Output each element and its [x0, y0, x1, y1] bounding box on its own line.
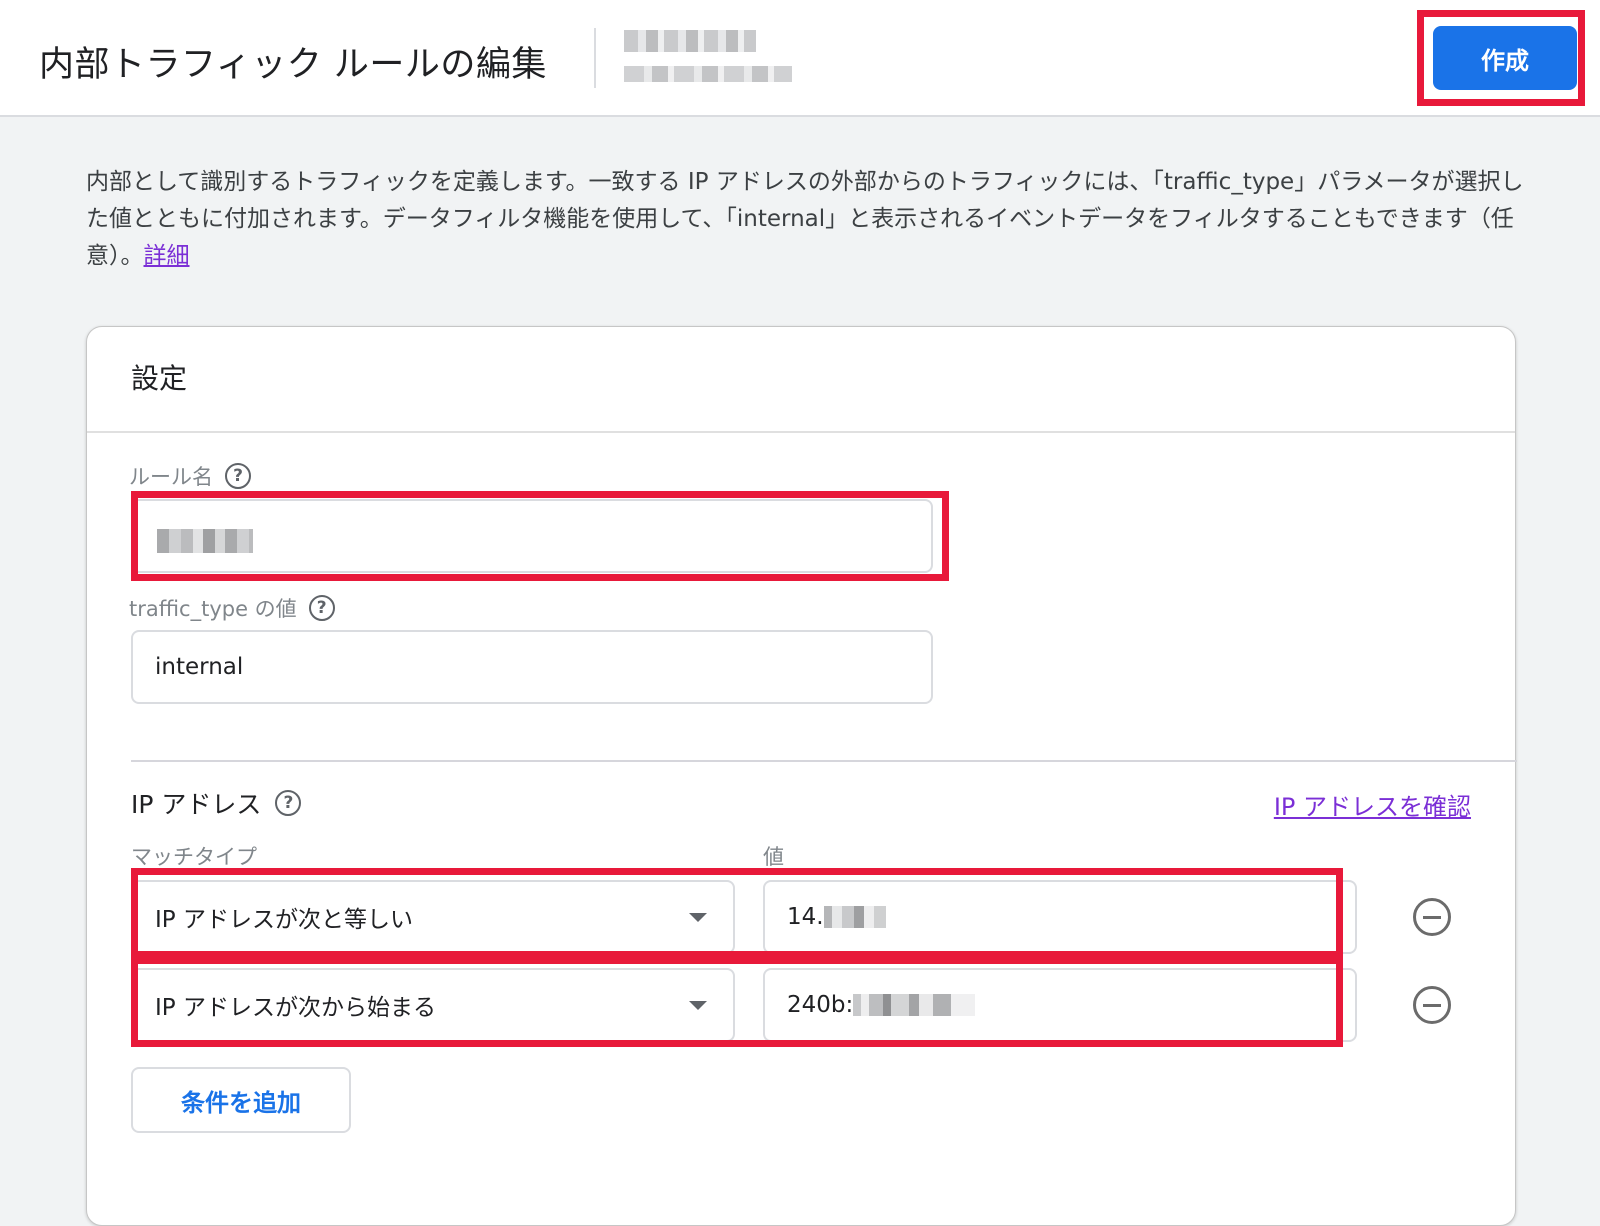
card-title: 設定: [131, 362, 188, 395]
redacted-ip-value: [853, 994, 976, 1016]
match-type-value: IP アドレスが次から始まる: [155, 995, 436, 1021]
rule-name-label: ルール名 ?: [129, 461, 251, 491]
redacted-property-name: [624, 30, 756, 52]
remove-condition-icon[interactable]: [1413, 898, 1451, 936]
learn-more-link[interactable]: 詳細: [144, 243, 190, 269]
value-column-label: 値: [763, 845, 784, 869]
ip-value-prefix: 14.: [787, 904, 824, 930]
match-type-column-label: マッチタイプ: [131, 845, 257, 869]
page-header: 内部トラフィック ルールの編集 作成: [0, 0, 1600, 117]
add-condition-button[interactable]: 条件を追加: [131, 1067, 351, 1133]
ip-value-prefix: 240b:: [787, 992, 854, 1018]
redacted-rule-name: [157, 529, 253, 553]
rule-name-label-text: ルール名: [129, 465, 213, 489]
ip-section-title-text: IP アドレス: [131, 790, 262, 819]
match-type-value: IP アドレスが次と等しい: [155, 907, 413, 933]
match-type-select[interactable]: IP アドレスが次と等しい: [131, 880, 735, 954]
help-icon[interactable]: ?: [308, 595, 335, 621]
ip-value-input[interactable]: 14.: [763, 880, 1357, 954]
section-divider: [131, 760, 1517, 762]
redacted-property-id: [624, 66, 792, 82]
create-button[interactable]: 作成: [1433, 26, 1577, 90]
dropdown-caret-icon: [689, 1001, 707, 1010]
settings-card: 設定 ルール名 ? traffic_type の値 ? internal IP …: [86, 326, 1517, 1226]
description: 内部として識別するトラフィックを定義します。一致する IP アドレスの外部からの…: [86, 164, 1526, 275]
rule-name-input[interactable]: [131, 499, 933, 573]
check-ip-address-link[interactable]: IP アドレスを確認: [1274, 787, 1471, 822]
traffic-type-label-text: traffic_type の値: [129, 597, 297, 621]
help-icon[interactable]: ?: [275, 790, 302, 816]
traffic-type-label: traffic_type の値 ?: [129, 593, 335, 623]
redacted-ip-value: [823, 906, 886, 928]
match-type-select[interactable]: IP アドレスが次から始まる: [131, 968, 735, 1042]
traffic-type-input[interactable]: internal: [131, 630, 933, 704]
header-divider: [594, 28, 596, 88]
ip-value-input[interactable]: 240b:: [763, 968, 1357, 1042]
description-text: 内部として識別するトラフィックを定義します。一致する IP アドレスの外部からの…: [86, 169, 1524, 269]
ip-section-title: IP アドレス ?: [131, 785, 302, 821]
page-title: 内部トラフィック ルールの編集: [39, 45, 547, 85]
card-divider: [87, 431, 1515, 433]
help-icon[interactable]: ?: [225, 463, 251, 489]
traffic-type-value: internal: [155, 654, 244, 680]
dropdown-caret-icon: [689, 913, 707, 922]
remove-condition-icon[interactable]: [1413, 986, 1451, 1024]
